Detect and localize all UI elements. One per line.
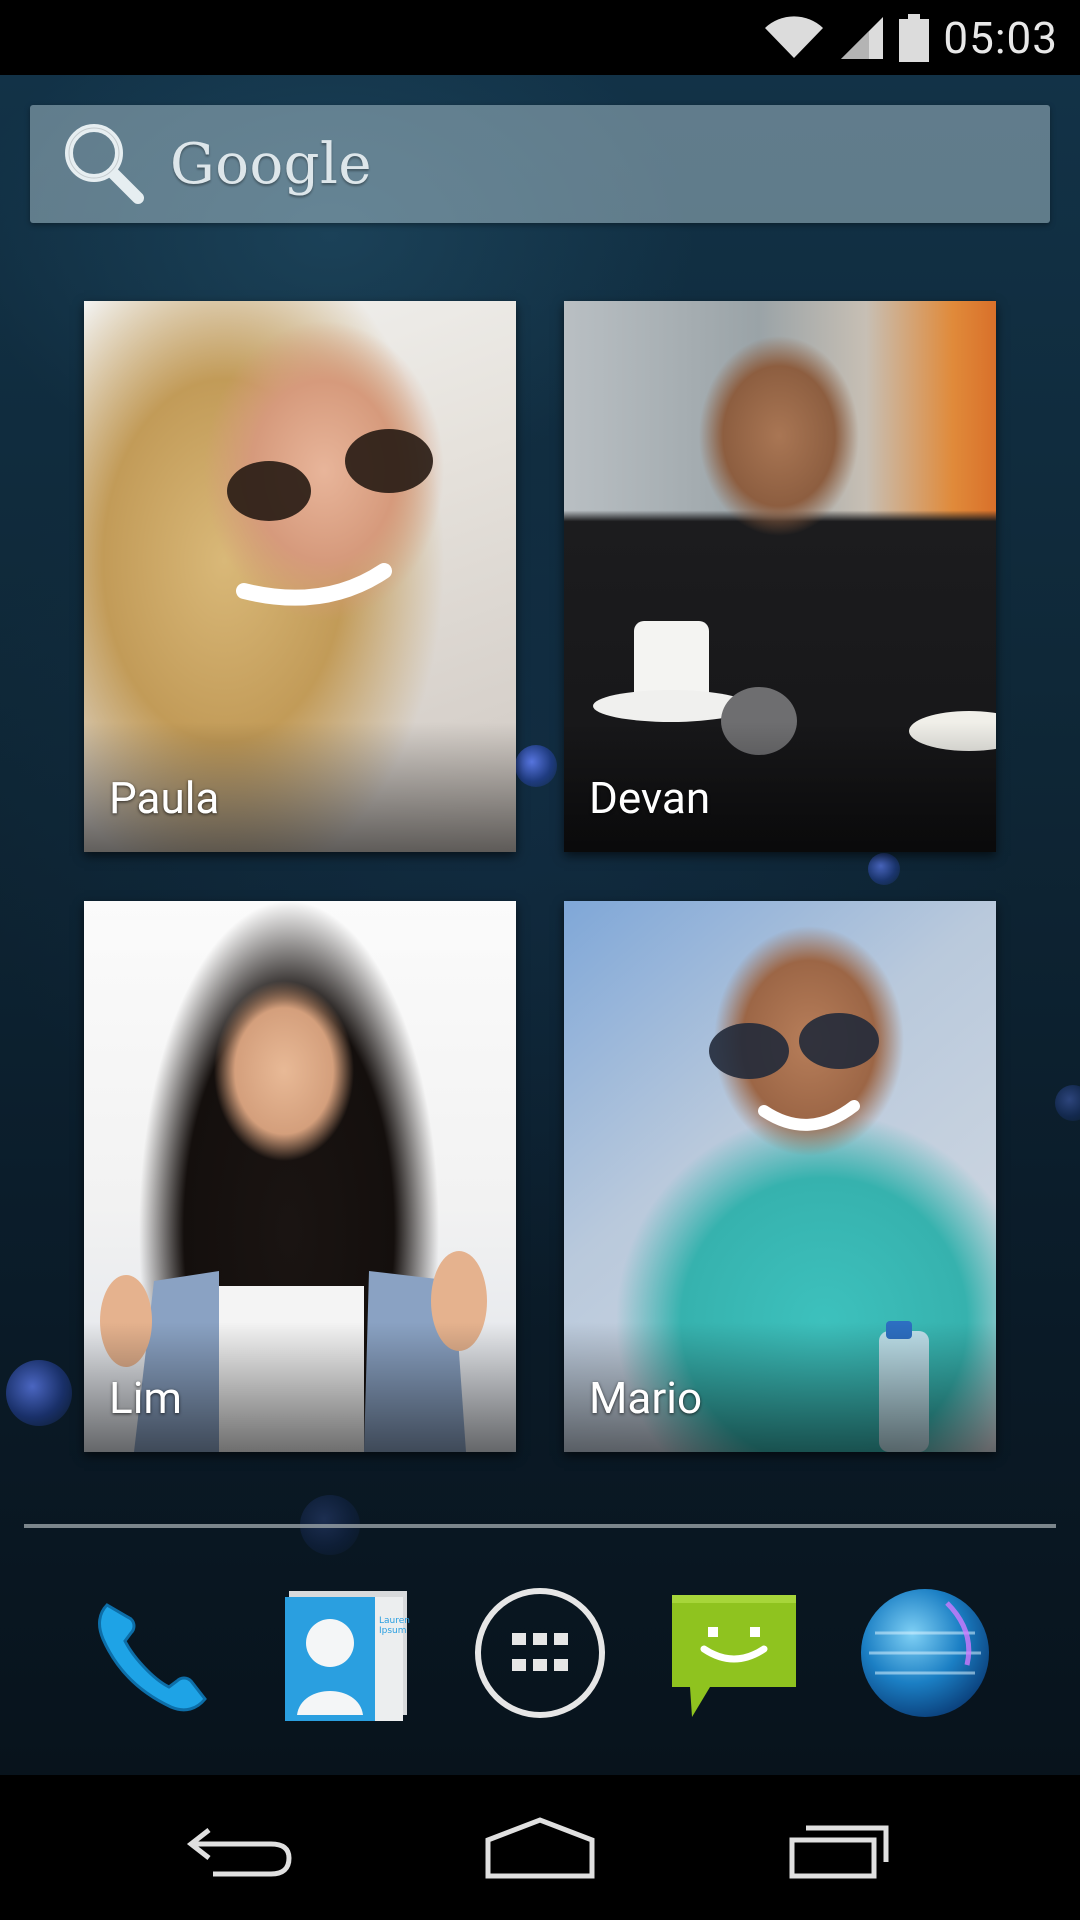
wallpaper-bokeh [1055, 1085, 1080, 1121]
wallpaper-bokeh [6, 1360, 72, 1426]
recents-button[interactable] [766, 1803, 916, 1893]
recents-icon [789, 1825, 889, 1879]
contact-name: Devan [589, 772, 711, 824]
contact-tile-mario[interactable]: Mario [564, 901, 996, 1452]
contact-tile-paula[interactable]: Paula [84, 301, 516, 852]
signal-icon [841, 16, 884, 59]
google-search-bar[interactable]: Google [30, 105, 1050, 223]
app-drawer[interactable] [470, 1583, 610, 1723]
dock-divider [24, 1524, 1056, 1528]
contacts-card-icon: Lauren Ipsum [285, 1591, 410, 1721]
back-button[interactable] [165, 1803, 315, 1893]
wallpaper-bokeh [515, 745, 557, 787]
home-button[interactable] [465, 1803, 615, 1893]
back-icon [186, 1828, 292, 1877]
contact-tile-lim[interactable]: Lim [84, 901, 516, 1452]
home-screen: 05:03 Google Paula Devan Lim Mario Laure… [0, 0, 1080, 1920]
contact-name: Paula [109, 772, 220, 824]
messaging-app[interactable] [664, 1583, 804, 1723]
clock: 05:03 [943, 11, 1058, 64]
wallpaper-bokeh [868, 853, 900, 885]
home-icon [485, 1817, 595, 1879]
contact-name: Mario [589, 1372, 703, 1424]
search-icon [65, 124, 144, 204]
svg-text:Lauren: Lauren [379, 1616, 410, 1626]
phone-app[interactable] [83, 1583, 223, 1723]
phone-icon [98, 1603, 207, 1712]
apps-grid-icon [475, 1588, 605, 1718]
browser-app[interactable] [855, 1583, 995, 1723]
navigation-bar [0, 1775, 1080, 1920]
globe-icon [861, 1589, 989, 1717]
contact-tile-devan[interactable]: Devan [564, 301, 996, 852]
contact-name: Lim [109, 1372, 182, 1424]
message-bubble-icon [672, 1595, 796, 1717]
wifi-icon [765, 15, 824, 58]
google-label: Google [170, 131, 373, 197]
status-bar: 05:03 [0, 0, 1080, 75]
contacts-app[interactable]: Lauren Ipsum [277, 1583, 417, 1723]
svg-text:Ipsum: Ipsum [379, 1626, 407, 1636]
battery-icon [899, 13, 930, 62]
